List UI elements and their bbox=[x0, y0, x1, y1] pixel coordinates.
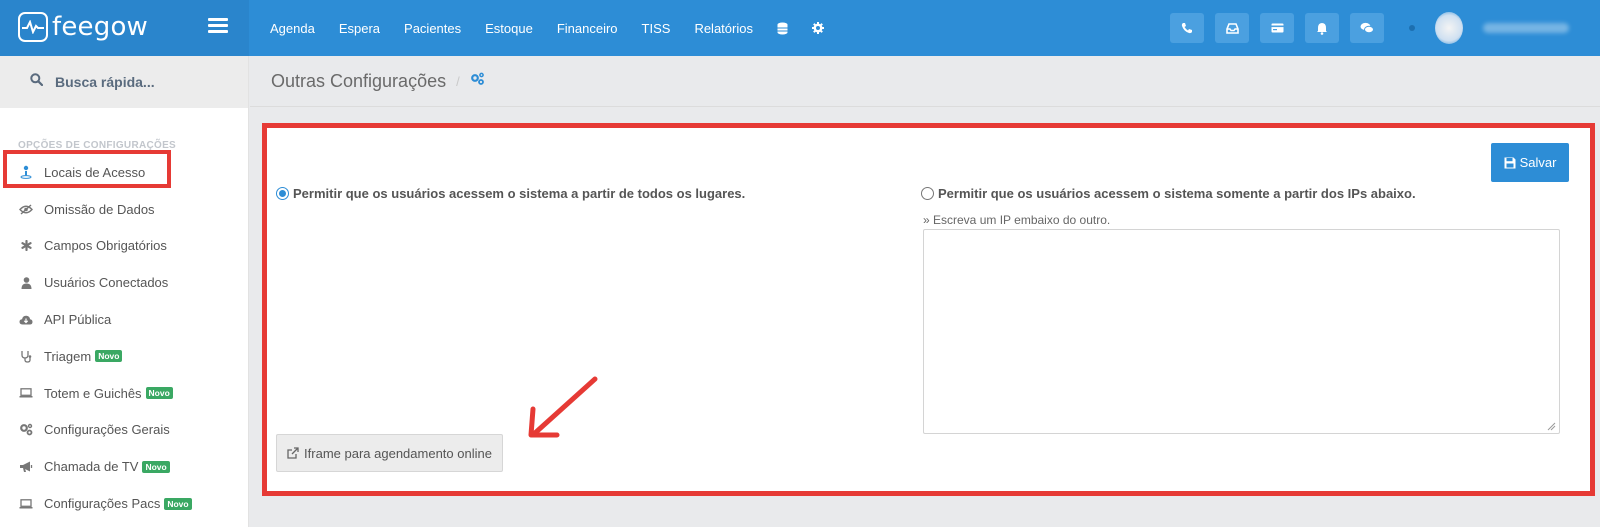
stethoscope-icon bbox=[19, 349, 33, 363]
option-ips-only[interactable]: Permitir que os usuários acessem o siste… bbox=[921, 186, 1416, 201]
brand-area: feegow bbox=[0, 0, 249, 56]
sidebar-item-label: Configurações Gerais bbox=[44, 422, 170, 438]
config-menu: Locais de Acesso Omissão de Dados Campos… bbox=[0, 154, 249, 522]
new-badge: Novo bbox=[164, 497, 192, 510]
sidebar-item-label: Configurações Pacs bbox=[44, 496, 161, 512]
main-nav: Agenda Espera Pacientes Estoque Financei… bbox=[270, 0, 848, 56]
search-icon bbox=[30, 73, 44, 91]
option-all-places-label: Permitir que os usuários acessem o siste… bbox=[293, 186, 746, 201]
arrow-annotation bbox=[528, 376, 598, 438]
sidebar-item-chamada-de-tv[interactable]: Chamada de TV Novo bbox=[0, 448, 249, 485]
highlight-annotation-box bbox=[3, 150, 171, 188]
chat-icon[interactable] bbox=[1350, 13, 1384, 43]
nav-agenda[interactable]: Agenda bbox=[270, 21, 315, 36]
nav-espera[interactable]: Espera bbox=[339, 21, 380, 36]
logo-icon bbox=[18, 12, 48, 42]
eye-slash-icon bbox=[19, 202, 33, 216]
radio-all-places[interactable] bbox=[276, 187, 289, 200]
sidebar-item-triagem[interactable]: Triagem Novo bbox=[0, 338, 249, 375]
new-badge: Novo bbox=[95, 350, 123, 363]
status-indicator bbox=[1409, 25, 1415, 31]
resize-handle-icon[interactable] bbox=[1547, 422, 1556, 431]
gear-icon[interactable] bbox=[811, 22, 824, 34]
access-settings-panel: Salvar Permitir que os usuários acessem … bbox=[262, 123, 1595, 496]
quick-search[interactable]: Busca rápida... bbox=[0, 56, 248, 108]
sidebar-item-label: API Pública bbox=[44, 312, 112, 328]
page-title: Outras Configurações bbox=[271, 70, 447, 91]
external-link-icon bbox=[287, 447, 299, 459]
user-name-blurred[interactable] bbox=[1483, 23, 1569, 33]
cloud-icon bbox=[19, 313, 33, 327]
sidebar-item-usuarios-conectados[interactable]: Usuários Conectados bbox=[0, 264, 249, 301]
card-icon[interactable] bbox=[1260, 13, 1294, 43]
bullhorn-icon bbox=[19, 460, 33, 474]
topbar-actions bbox=[1170, 12, 1569, 44]
sidebar-item-campos-obrigatorios[interactable]: Campos Obrigatórios bbox=[0, 228, 249, 265]
sidebar-item-label: Triagem bbox=[44, 348, 92, 364]
breadcrumb-separator: / bbox=[456, 73, 460, 89]
iframe-online-scheduling-button[interactable]: Iframe para agendamento online bbox=[276, 434, 503, 472]
sidebar-item-totem-e-guiches[interactable]: Totem e Guichês Novo bbox=[0, 375, 249, 412]
save-button[interactable]: Salvar bbox=[1491, 143, 1569, 182]
nav-estoque[interactable]: Estoque bbox=[485, 21, 533, 36]
page-header: Outras Configurações / bbox=[250, 56, 1600, 107]
ip-hint: » Escreva um IP embaixo do outro. bbox=[923, 213, 1111, 227]
inbox-icon[interactable] bbox=[1215, 13, 1249, 43]
laptop-icon bbox=[19, 497, 33, 511]
nav-tiss[interactable]: TISS bbox=[642, 21, 671, 36]
database-icon[interactable] bbox=[777, 22, 788, 35]
sidebar-item-label: Campos Obrigatórios bbox=[44, 238, 167, 254]
cogs-icon bbox=[19, 423, 33, 437]
sidebar-item-label: Totem e Guichês bbox=[44, 385, 142, 401]
nav-financeiro[interactable]: Financeiro bbox=[557, 21, 618, 36]
sidebar-item-configuracoes-pacs[interactable]: Configurações Pacs Novo bbox=[0, 485, 249, 522]
sidebar-item-omissao-de-dados[interactable]: Omissão de Dados bbox=[0, 191, 249, 228]
new-badge: Novo bbox=[142, 460, 170, 473]
sidebar-item-label: Omissão de Dados bbox=[44, 201, 155, 217]
asterisk-icon bbox=[19, 239, 33, 253]
laptop-icon bbox=[19, 386, 33, 400]
save-icon bbox=[1504, 157, 1516, 168]
save-button-label: Salvar bbox=[1519, 155, 1557, 170]
sidebar-item-configuracoes-gerais[interactable]: Configurações Gerais bbox=[0, 412, 249, 449]
bell-icon[interactable] bbox=[1305, 13, 1339, 43]
user-icon bbox=[19, 276, 33, 290]
brand-name: feegow bbox=[52, 12, 149, 42]
sidebar: Busca rápida... Opções de configurações … bbox=[0, 56, 249, 527]
nav-pacientes[interactable]: Pacientes bbox=[404, 21, 461, 36]
avatar[interactable] bbox=[1435, 12, 1463, 44]
menu-toggle-icon[interactable] bbox=[208, 18, 228, 34]
option-ips-only-label: Permitir que os usuários acessem o siste… bbox=[938, 186, 1416, 201]
sidebar-item-label: Chamada de TV bbox=[44, 459, 139, 475]
new-badge: Novo bbox=[145, 387, 173, 400]
phone-icon[interactable] bbox=[1170, 13, 1204, 43]
iframe-button-label: Iframe para agendamento online bbox=[304, 445, 492, 461]
option-all-places[interactable]: Permitir que os usuários acessem o siste… bbox=[276, 186, 745, 201]
nav-relatorios[interactable]: Relatórios bbox=[694, 21, 753, 36]
search-placeholder: Busca rápida... bbox=[55, 74, 155, 90]
radio-ips-only[interactable] bbox=[921, 187, 934, 200]
sidebar-item-api-publica[interactable]: API Pública bbox=[0, 301, 249, 338]
cogs-icon bbox=[470, 72, 485, 91]
logo[interactable]: feegow bbox=[18, 12, 148, 42]
ip-list-textarea[interactable] bbox=[923, 229, 1560, 434]
top-bar: feegow Agenda Espera Pacientes Estoque F… bbox=[0, 0, 1600, 56]
sidebar-item-label: Usuários Conectados bbox=[44, 275, 169, 291]
